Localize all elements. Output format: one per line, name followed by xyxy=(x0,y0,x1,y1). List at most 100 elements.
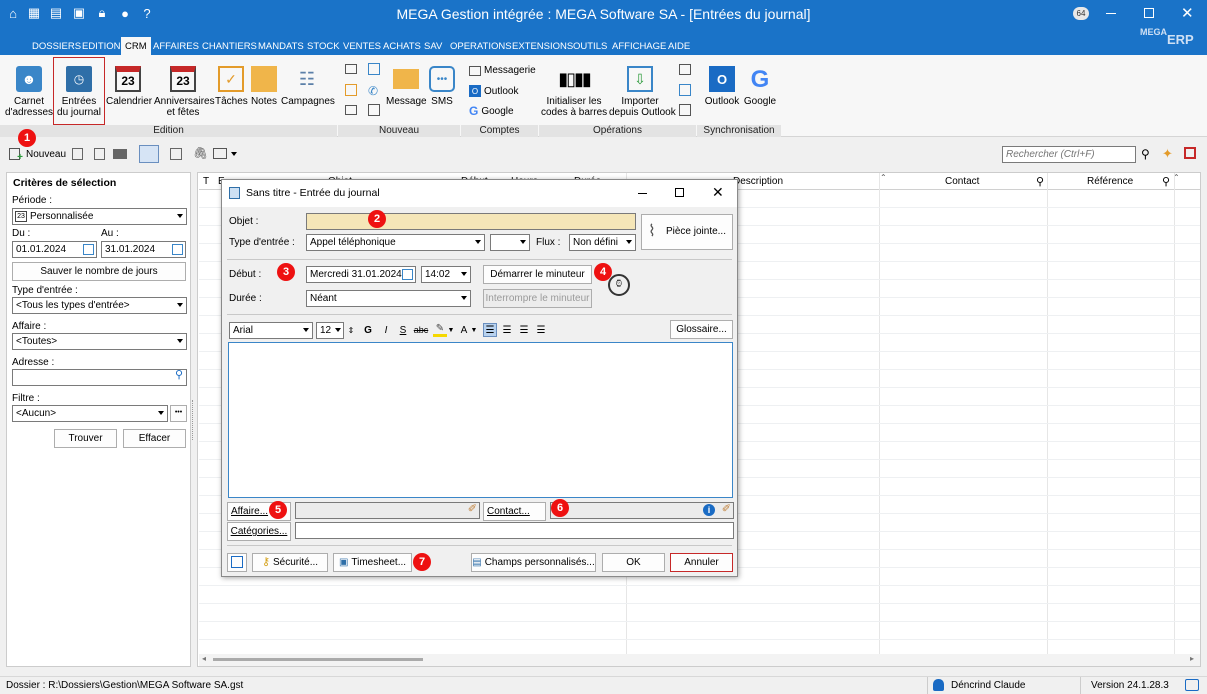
menu-sav[interactable]: SAV xyxy=(424,41,442,52)
binoculars-icon[interactable]: ⚲ xyxy=(1141,147,1150,161)
menu-dossiers[interactable]: DOSSIERS xyxy=(32,41,81,52)
au-date-input[interactable]: 31.01.2024 xyxy=(101,241,186,258)
phone-small-icon[interactable]: ✆ xyxy=(368,84,378,98)
attachment-icon[interactable]: 🖇︎ xyxy=(193,146,208,160)
ops-small-1-icon[interactable] xyxy=(679,64,691,75)
du-calendar-icon[interactable] xyxy=(83,244,94,255)
underline-button[interactable]: S xyxy=(397,323,409,337)
contact-info-icon[interactable]: i xyxy=(703,504,715,516)
ribbon-taches-button[interactable]: ✓ Tâches xyxy=(215,66,248,107)
filtre-select[interactable]: <Aucun> xyxy=(12,405,168,422)
search-input[interactable] xyxy=(1002,146,1136,163)
strikethrough-button[interactable]: abc xyxy=(413,323,429,337)
contact-button[interactable]: Contact... xyxy=(483,502,546,521)
dialog-close-button[interactable]: ✕ xyxy=(712,184,724,201)
minimize-button[interactable] xyxy=(1106,13,1116,14)
effacer-button[interactable]: Effacer xyxy=(123,429,186,448)
affaire-clear-icon[interactable]: ✐ xyxy=(468,504,477,515)
filtre-more-button[interactable]: ••• xyxy=(170,405,187,422)
add-filter-icon[interactable]: ✦ xyxy=(1162,146,1173,162)
securite-button[interactable]: ⚷ Sécurité... xyxy=(252,553,328,572)
type-secondary-select[interactable] xyxy=(490,234,530,251)
debut-date-input[interactable]: Mercredi 31.01.2024 xyxy=(306,266,416,283)
scrollbar-thumb[interactable] xyxy=(213,658,423,661)
sync-google-button[interactable]: G Google xyxy=(742,66,778,107)
chat-icon[interactable] xyxy=(1185,679,1199,691)
menu-crm[interactable]: CRM xyxy=(121,37,151,55)
menu-achats[interactable]: ACHATS xyxy=(383,41,421,52)
dialog-maximize-button[interactable] xyxy=(675,188,684,197)
menu-mandats[interactable]: MANDATS xyxy=(258,41,304,52)
highlight-dropdown-icon[interactable]: ▼ xyxy=(447,323,455,337)
contact-clear-icon[interactable]: ✐ xyxy=(722,504,731,515)
maximize-button[interactable] xyxy=(1144,8,1154,18)
sauver-button[interactable]: Sauver le nombre de jours xyxy=(12,262,186,281)
col-contact[interactable]: Contact xyxy=(945,176,979,187)
account-google-button[interactable]: G Google xyxy=(469,104,514,118)
timesheet-button[interactable]: ▣ Timesheet... xyxy=(333,553,412,572)
info-button[interactable] xyxy=(227,553,247,572)
annuler-button[interactable]: Annuler xyxy=(670,553,733,572)
notification-badge[interactable]: 64 xyxy=(1073,7,1089,20)
debut-time-input[interactable]: 14:02 xyxy=(421,266,471,283)
ribbon-entrees-button[interactable]: ◷ Entrées du journal xyxy=(55,66,103,118)
menu-operations[interactable]: OPERATIONS xyxy=(450,41,512,52)
ok-button[interactable]: OK xyxy=(602,553,665,572)
menu-outils[interactable]: OUTILS xyxy=(573,41,607,52)
font-color-button[interactable]: A xyxy=(458,323,470,337)
ribbon-message-button[interactable]: Message xyxy=(386,66,427,107)
align-center-icon[interactable]: ☰ xyxy=(500,323,514,337)
col-description[interactable]: Description xyxy=(733,176,783,187)
refresh-icon[interactable] xyxy=(170,148,182,160)
trouver-button[interactable]: Trouver xyxy=(54,429,117,448)
new-mail-small-icon[interactable] xyxy=(345,64,357,74)
reference-search-icon[interactable]: ⚲ xyxy=(1162,175,1170,188)
periode-select[interactable]: 23 Personnalisée xyxy=(12,208,187,225)
ribbon-codes-button[interactable]: ▮▯▮▮ Initialiser les codes à barres xyxy=(541,66,607,119)
menu-affichage[interactable]: AFFICHAGE xyxy=(612,41,666,52)
du-date-input[interactable]: 01.01.2024 xyxy=(12,241,97,258)
type-entree-select[interactable]: Appel téléphonique xyxy=(306,234,485,251)
exit-icon[interactable] xyxy=(1184,147,1196,159)
ribbon-anniversaires-button[interactable]: 23 Anniversaires et fêtes xyxy=(154,66,215,118)
body-editor[interactable] xyxy=(228,342,733,498)
menu-aide[interactable]: AIDE xyxy=(668,41,690,52)
ribbon-campagnes-button[interactable]: ☷ Campagnes xyxy=(281,66,335,108)
scroll-left-icon[interactable]: ◂ xyxy=(202,654,206,663)
categories-button[interactable]: Catégories... xyxy=(227,522,291,541)
view-icon[interactable] xyxy=(213,148,227,159)
type-select[interactable]: <Tous les types d'entrée> xyxy=(12,297,187,314)
duree-select[interactable]: Néant xyxy=(306,290,471,307)
new-button[interactable]: + Nouveau xyxy=(9,148,66,163)
demarrer-minuteur-button[interactable]: Démarrer le minuteur xyxy=(483,265,592,284)
new-task-small-icon[interactable] xyxy=(345,84,357,96)
align-right-icon[interactable]: ☰ xyxy=(517,323,531,337)
account-messagerie-button[interactable]: Messagerie xyxy=(469,65,536,76)
menu-ventes[interactable]: VENTES xyxy=(343,41,381,52)
debut-calendar-icon[interactable] xyxy=(402,269,413,280)
affaire-select[interactable]: <Toutes> xyxy=(12,333,187,350)
objet-input[interactable] xyxy=(306,213,636,230)
adresse-search-icon[interactable]: ⚲ xyxy=(175,370,183,381)
contact-search-icon[interactable]: ⚲ xyxy=(1036,175,1044,188)
account-outlook-button[interactable]: O Outlook xyxy=(469,85,518,97)
print-icon[interactable] xyxy=(113,149,127,159)
justify-icon[interactable]: ☰ xyxy=(534,323,548,337)
splitter-handle[interactable] xyxy=(192,400,195,440)
new-document-small-icon[interactable] xyxy=(368,104,380,116)
copy-icon[interactable] xyxy=(94,148,105,160)
view-dropdown-icon[interactable] xyxy=(231,152,237,156)
ops-small-2-icon[interactable] xyxy=(679,84,691,96)
align-left-icon[interactable]: ☰ xyxy=(483,323,497,337)
adresse-input[interactable]: ⚲ xyxy=(12,369,187,386)
menu-affaires[interactable]: AFFAIRES xyxy=(153,41,199,52)
categories-field[interactable] xyxy=(295,522,734,539)
flux-select[interactable]: Non défini xyxy=(569,234,636,251)
menu-chantiers[interactable]: CHANTIERS xyxy=(202,41,257,52)
font-color-dropdown-icon[interactable]: ▼ xyxy=(470,323,478,337)
sync-outlook-button[interactable]: O Outlook xyxy=(704,66,740,107)
col-t[interactable]: T xyxy=(203,176,209,187)
new-calendar-small-icon[interactable] xyxy=(345,105,357,115)
bold-button[interactable]: G xyxy=(362,323,374,337)
font-select[interactable]: Arial xyxy=(229,322,313,339)
